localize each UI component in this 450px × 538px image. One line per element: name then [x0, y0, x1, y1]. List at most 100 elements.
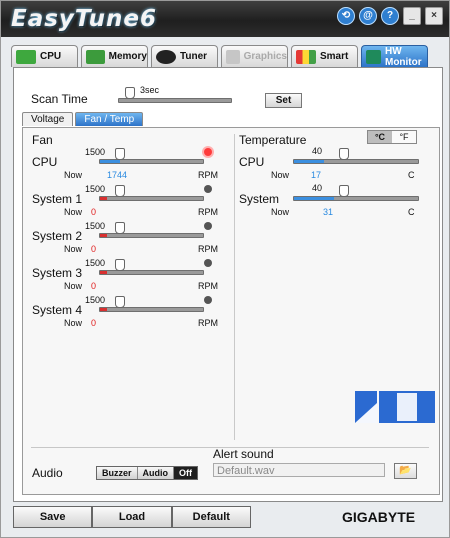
now-label: Now: [64, 244, 83, 254]
load-button[interactable]: Load: [92, 506, 172, 528]
now-label: Now: [271, 170, 290, 180]
title-bar-icons: ⟲ @ ? _ ×: [337, 7, 443, 25]
audio-option-buzzer[interactable]: Buzzer: [97, 467, 138, 479]
tab-graphics[interactable]: Graphics: [221, 45, 288, 67]
temp-slider-thumb[interactable]: [339, 185, 349, 197]
fan-slider-thumb[interactable]: [115, 222, 125, 234]
fan-row-label: CPU: [32, 155, 58, 169]
panel-divider: [234, 134, 235, 440]
fan-target: 1500: [85, 184, 106, 194]
temperature-section-title: Temperature: [239, 133, 307, 147]
fan-unit: RPM: [198, 281, 218, 291]
now-label: Now: [64, 281, 83, 291]
audio-label: Audio: [32, 466, 63, 480]
graphics-card-icon: [226, 49, 240, 64]
audio-mode-selector[interactable]: Buzzer Audio Off: [96, 466, 199, 480]
alert-sound-file-field[interactable]: Default.wav: [213, 463, 385, 477]
fan-row-label: System 2: [32, 229, 83, 243]
default-button[interactable]: Default: [171, 506, 251, 528]
fan-current-value: 0: [91, 207, 97, 217]
fan-slider[interactable]: [99, 259, 204, 275]
fan-unit: RPM: [198, 318, 218, 328]
set-button[interactable]: Set: [265, 93, 302, 108]
fan-target: 1500: [85, 295, 106, 305]
fan-slider-fill: [100, 308, 107, 311]
now-label: Now: [64, 170, 83, 180]
subtabs: Voltage Fan / Temp: [22, 112, 144, 126]
temp-current-value: 17: [311, 170, 322, 180]
temp-slider-fill: [294, 197, 334, 200]
fan-row-label: System 4: [32, 303, 83, 317]
now-label: Now: [64, 207, 83, 217]
fan-slider-thumb[interactable]: [115, 185, 125, 197]
celsius-option[interactable]: °C: [368, 131, 392, 143]
tab-voltage[interactable]: Voltage: [22, 112, 74, 126]
scan-time-value: 3sec: [140, 85, 160, 95]
fan-slider[interactable]: [99, 185, 204, 201]
fan-current-value: 0: [91, 281, 97, 291]
title-bar: EasyTune6 ⟲ @ ? _ ×: [1, 1, 449, 37]
temp-threshold: 40: [312, 183, 323, 193]
tab-fan-temp[interactable]: Fan / Temp: [75, 112, 144, 126]
at-icon[interactable]: @: [359, 7, 377, 25]
temp-row-label: CPU: [239, 155, 265, 169]
minimize-icon[interactable]: _: [403, 7, 421, 25]
audio-option-audio[interactable]: Audio: [137, 467, 175, 479]
temp-current-value: 31: [323, 207, 334, 217]
scan-time-thumb[interactable]: [125, 87, 135, 99]
fan-slider[interactable]: [99, 296, 204, 312]
fan-slider-fill: [100, 271, 107, 274]
fan-slider-fill: [100, 197, 107, 200]
tuner-dial-icon: [156, 49, 176, 64]
rubiks-cube-icon: [296, 49, 316, 64]
now-label: Now: [64, 318, 83, 328]
content-area: Scan Time 3sec Set Voltage Fan / Temp Fa…: [13, 67, 443, 502]
fan-status-led: [204, 259, 212, 267]
tab-cpu[interactable]: CPU: [11, 45, 78, 67]
temp-unit: C: [408, 170, 415, 180]
fan-slider-thumb[interactable]: [115, 259, 125, 271]
fan-target: 1500: [85, 147, 106, 157]
alert-sound-label: Alert sound: [213, 447, 274, 461]
fan-slider[interactable]: [99, 148, 204, 164]
temperature-unit-toggle[interactable]: °C °F: [367, 130, 417, 144]
temp-slider[interactable]: [293, 185, 419, 201]
temp-threshold: 40: [312, 146, 323, 156]
temp-slider[interactable]: [293, 148, 419, 164]
fan-current-value: 0: [91, 318, 97, 328]
fahrenheit-option[interactable]: °F: [392, 131, 416, 143]
fan-section-title: Fan: [32, 133, 53, 147]
temp-slider-fill: [294, 160, 324, 163]
fan-status-led: [204, 222, 212, 230]
tab-hw-monitor[interactable]: HW Monitor: [361, 45, 428, 68]
fan-temp-panel: Fan CPU 1500 Now 1744 RPM System 1 1500 …: [22, 127, 440, 495]
tab-tuner[interactable]: Tuner: [151, 45, 218, 67]
audio-option-off[interactable]: Off: [174, 467, 198, 479]
fan-unit: RPM: [198, 244, 218, 254]
watermark-logo: [355, 391, 435, 423]
fan-current-value: 0: [91, 244, 97, 254]
folder-open-icon[interactable]: 📂: [394, 463, 417, 479]
app-logo: EasyTune6: [11, 6, 157, 32]
main-tabs: CPU Memory Tuner Graphics Smart HW Monit…: [11, 45, 428, 68]
fan-slider-fill: [100, 160, 120, 163]
memory-stick-icon: [86, 49, 105, 64]
fan-unit: RPM: [198, 170, 218, 180]
fan-target: 1500: [85, 221, 106, 231]
close-icon[interactable]: ×: [425, 7, 443, 25]
tab-smart[interactable]: Smart: [291, 45, 358, 67]
temp-unit: C: [408, 207, 415, 217]
tab-memory[interactable]: Memory: [81, 45, 148, 67]
help-icon[interactable]: ?: [381, 7, 399, 25]
temp-slider-thumb[interactable]: [339, 148, 349, 160]
fan-row-label: System 1: [32, 192, 83, 206]
fan-status-led: [204, 296, 212, 304]
fan-slider[interactable]: [99, 222, 204, 238]
fan-slider-thumb[interactable]: [115, 296, 125, 308]
window-restore-icon[interactable]: ⟲: [337, 7, 355, 25]
fan-current-value: 1744: [107, 170, 128, 180]
scan-time-slider[interactable]: [118, 87, 232, 103]
save-button[interactable]: Save: [13, 506, 93, 528]
bottom-actions: Save Load Default: [13, 506, 251, 528]
fan-slider-thumb[interactable]: [115, 148, 125, 160]
